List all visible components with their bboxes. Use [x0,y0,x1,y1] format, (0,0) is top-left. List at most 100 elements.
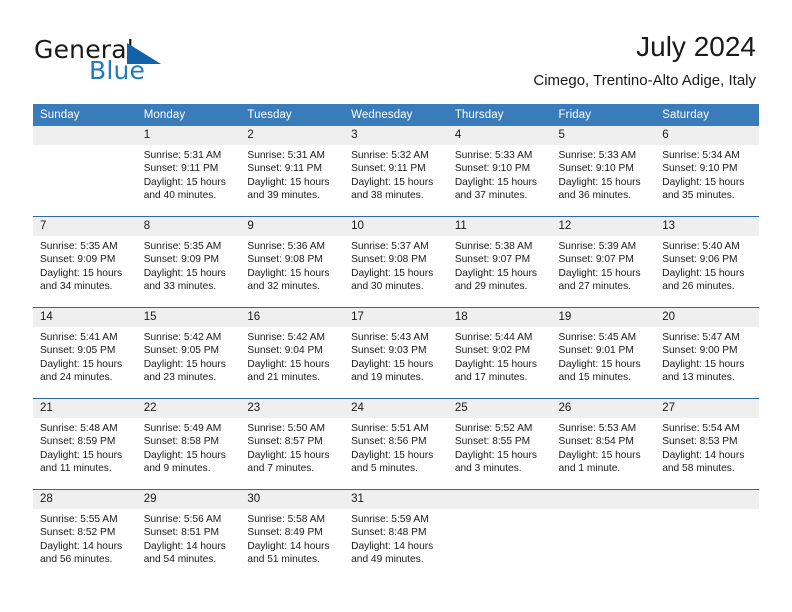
day-cell-empty [447,489,552,580]
day-cell[interactable]: 7 Sunrise: 5:35 AM Sunset: 9:09 PM Daylight… [33,216,137,308]
day-cell[interactable]: 2 Sunrise: 5:31 AM Sunset: 9:11 PM Daylight… [240,126,345,217]
day-sun-info: Sunrise: 5:43 AM Sunset: 9:03 PM Daylight:… [344,327,448,385]
day-cell[interactable]: 8 Sunrise: 5:35 AM Sunset: 9:09 PM Daylight… [136,216,241,308]
day-number: 6 [655,126,759,145]
daylight-text-line1: Daylight: 15 hours [40,449,123,461]
sunrise-text: Sunrise: 5:36 AM [247,241,325,252]
day-cell[interactable]: 3 Sunrise: 5:32 AM Sunset: 9:11 PM Daylight… [344,126,448,217]
sunrise-text: Sunrise: 5:56 AM [143,514,222,525]
sunset-text: Sunset: 9:09 PM [40,254,116,266]
day-cell-inner [33,126,137,216]
daylight-text-line1: Daylight: 15 hours [662,358,745,370]
daylight-text-line2: and 13 minutes. [662,372,735,384]
day-cell[interactable]: 5 Sunrise: 5:33 AM Sunset: 9:10 PM Daylight… [551,126,656,217]
day-number: 25 [447,399,552,418]
day-cell[interactable]: 11 Sunrise: 5:38 AM Sunset: 9:07 PM Dayligh… [447,216,552,308]
sunset-text: Sunset: 8:59 PM [40,436,116,448]
daylight-text-line2: and 1 minute. [558,463,621,475]
day-cell[interactable]: 6 Sunrise: 5:34 AM Sunset: 9:10 PM Daylight… [655,126,759,217]
day-sun-info: Sunrise: 5:34 AM Sunset: 9:10 PM Daylight:… [655,145,759,203]
daylight-text-line1: Daylight: 15 hours [247,176,330,188]
day-number: 7 [33,217,137,236]
day-cell-inner: 8 Sunrise: 5:35 AM Sunset: 9:09 PM Daylight… [136,217,241,307]
calendar-header-row: Sunday Monday Tuesday Wednesday Thursday… [33,104,759,126]
day-sun-info: Sunrise: 5:41 AM Sunset: 9:05 PM Daylight:… [33,327,137,385]
day-cell[interactable]: 13 Sunrise: 5:40 AM Sunset: 9:06 PM Dayligh… [655,216,759,308]
day-cell[interactable]: 21 Sunrise: 5:48 AM Sunset: 8:59 PM Dayligh… [33,398,137,490]
sunrise-text: Sunrise: 5:37 AM [351,241,429,252]
day-sun-info: Sunrise: 5:48 AM Sunset: 8:59 PM Daylight:… [33,418,137,476]
day-cell[interactable]: 22 Sunrise: 5:49 AM Sunset: 8:58 PM Dayligh… [136,398,241,490]
sunrise-text: Sunrise: 5:32 AM [351,150,429,161]
day-cell[interactable]: 27 Sunrise: 5:54 AM Sunset: 8:53 PM Dayligh… [655,398,759,490]
daylight-text-line2: and 17 minutes. [454,372,528,384]
day-cell[interactable]: 9 Sunrise: 5:36 AM Sunset: 9:08 PM Daylight… [240,216,345,308]
sunrise-text: Sunrise: 5:55 AM [40,514,118,525]
day-number: 1 [136,126,241,145]
day-cell[interactable]: 26 Sunrise: 5:53 AM Sunset: 8:54 PM Dayligh… [551,398,656,490]
day-sun-info: Sunrise: 5:44 AM Sunset: 9:02 PM Daylight:… [448,327,552,385]
day-number: 9 [240,217,345,236]
day-cell-inner: 5 Sunrise: 5:33 AM Sunset: 9:10 PM Daylight… [551,126,656,216]
daylight-text-line2: and 35 minutes. [662,190,735,202]
day-cell-inner: 31 Sunrise: 5:59 AM Sunset: 8:48 PM Dayligh… [344,490,448,580]
calendar-week-row: 21 Sunrise: 5:48 AM Sunset: 8:59 PM Dayligh… [33,398,759,490]
sunrise-text: Sunrise: 5:47 AM [662,332,740,343]
sunset-text: Sunset: 9:07 PM [454,254,531,266]
general-blue-logo[interactable]: General Blue [34,36,264,92]
day-cell-inner: 22 Sunrise: 5:49 AM Sunset: 8:58 PM Dayligh… [136,399,241,489]
daylight-text-line2: and 49 minutes. [351,554,424,566]
day-cell-inner: 18 Sunrise: 5:44 AM Sunset: 9:02 PM Dayligh… [447,308,552,398]
day-cell-inner: 1 Sunrise: 5:31 AM Sunset: 9:11 PM Daylight… [136,126,241,216]
day-cell[interactable]: 16 Sunrise: 5:42 AM Sunset: 9:04 PM Dayligh… [240,307,345,399]
day-cell[interactable]: 1 Sunrise: 5:31 AM Sunset: 9:11 PM Daylight… [136,126,241,217]
day-cell[interactable]: 31 Sunrise: 5:59 AM Sunset: 8:48 PM Dayligh… [344,489,448,580]
daylight-text-line2: and 54 minutes. [143,554,217,566]
daylight-text-line2: and 51 minutes. [247,554,320,566]
day-cell[interactable]: 20 Sunrise: 5:47 AM Sunset: 9:00 PM Dayligh… [655,307,759,399]
daylight-text-line1: Daylight: 14 hours [247,540,330,552]
day-cell[interactable]: 23 Sunrise: 5:50 AM Sunset: 8:57 PM Dayligh… [240,398,345,490]
day-cell-inner: 16 Sunrise: 5:42 AM Sunset: 9:04 PM Dayligh… [240,308,345,398]
day-cell[interactable]: 15 Sunrise: 5:42 AM Sunset: 9:05 PM Dayligh… [136,307,241,399]
day-cell[interactable]: 12 Sunrise: 5:39 AM Sunset: 9:07 PM Dayligh… [551,216,656,308]
calendar-table: Sunday Monday Tuesday Wednesday Thursday… [33,104,759,580]
day-cell[interactable]: 30 Sunrise: 5:58 AM Sunset: 8:49 PM Dayligh… [240,489,345,580]
day-sun-info: Sunrise: 5:50 AM Sunset: 8:57 PM Daylight:… [240,418,344,476]
sunrise-text: Sunrise: 5:33 AM [454,150,533,161]
sunset-text: Sunset: 9:02 PM [454,345,531,357]
day-cell[interactable]: 28 Sunrise: 5:55 AM Sunset: 8:52 PM Dayligh… [33,489,137,580]
day-number: 27 [655,399,759,418]
day-cell[interactable]: 17 Sunrise: 5:43 AM Sunset: 9:03 PM Dayligh… [344,307,448,399]
daylight-text-line1: Daylight: 15 hours [351,449,434,461]
day-number: 3 [344,126,448,145]
day-cell[interactable]: 29 Sunrise: 5:56 AM Sunset: 8:51 PM Dayligh… [136,489,241,580]
daylight-text-line2: and 37 minutes. [454,190,528,202]
day-sun-info: Sunrise: 5:35 AM Sunset: 9:09 PM Daylight:… [137,236,241,294]
day-cell-inner: 4 Sunrise: 5:33 AM Sunset: 9:10 PM Daylight… [447,126,552,216]
sunrise-text: Sunrise: 5:40 AM [662,241,740,252]
day-number: 29 [136,490,241,509]
day-cell[interactable]: 14 Sunrise: 5:41 AM Sunset: 9:05 PM Dayligh… [33,307,137,399]
day-sun-info: Sunrise: 5:49 AM Sunset: 8:58 PM Daylight:… [137,418,241,476]
day-number: 26 [551,399,656,418]
day-cell[interactable]: 19 Sunrise: 5:45 AM Sunset: 9:01 PM Dayligh… [551,307,656,399]
day-number: 11 [447,217,552,236]
sunrise-text: Sunrise: 5:35 AM [40,241,118,252]
sunset-text: Sunset: 8:55 PM [454,436,531,448]
sunset-text: Sunset: 9:04 PM [247,345,323,357]
day-cell-inner: 10 Sunrise: 5:37 AM Sunset: 9:08 PM Dayligh… [344,217,448,307]
sunset-text: Sunset: 9:05 PM [40,345,116,357]
daylight-text-line1: Daylight: 14 hours [143,540,226,552]
daylight-text-line1: Daylight: 14 hours [351,540,434,552]
day-cell[interactable]: 24 Sunrise: 5:51 AM Sunset: 8:56 PM Dayligh… [344,398,448,490]
sunset-text: Sunset: 9:06 PM [662,254,738,266]
sunset-text: Sunset: 9:11 PM [247,163,322,175]
day-cell[interactable]: 25 Sunrise: 5:52 AM Sunset: 8:55 PM Dayligh… [447,398,552,490]
day-cell[interactable]: 18 Sunrise: 5:44 AM Sunset: 9:02 PM Dayligh… [447,307,552,399]
day-cell[interactable]: 4 Sunrise: 5:33 AM Sunset: 9:10 PM Daylight… [447,126,552,217]
daylight-text-line2: and 58 minutes. [662,463,735,475]
day-cell[interactable]: 10 Sunrise: 5:37 AM Sunset: 9:08 PM Dayligh… [344,216,448,308]
day-number: 2 [240,126,345,145]
day-cell-inner: 2 Sunrise: 5:31 AM Sunset: 9:11 PM Daylight… [240,126,345,216]
